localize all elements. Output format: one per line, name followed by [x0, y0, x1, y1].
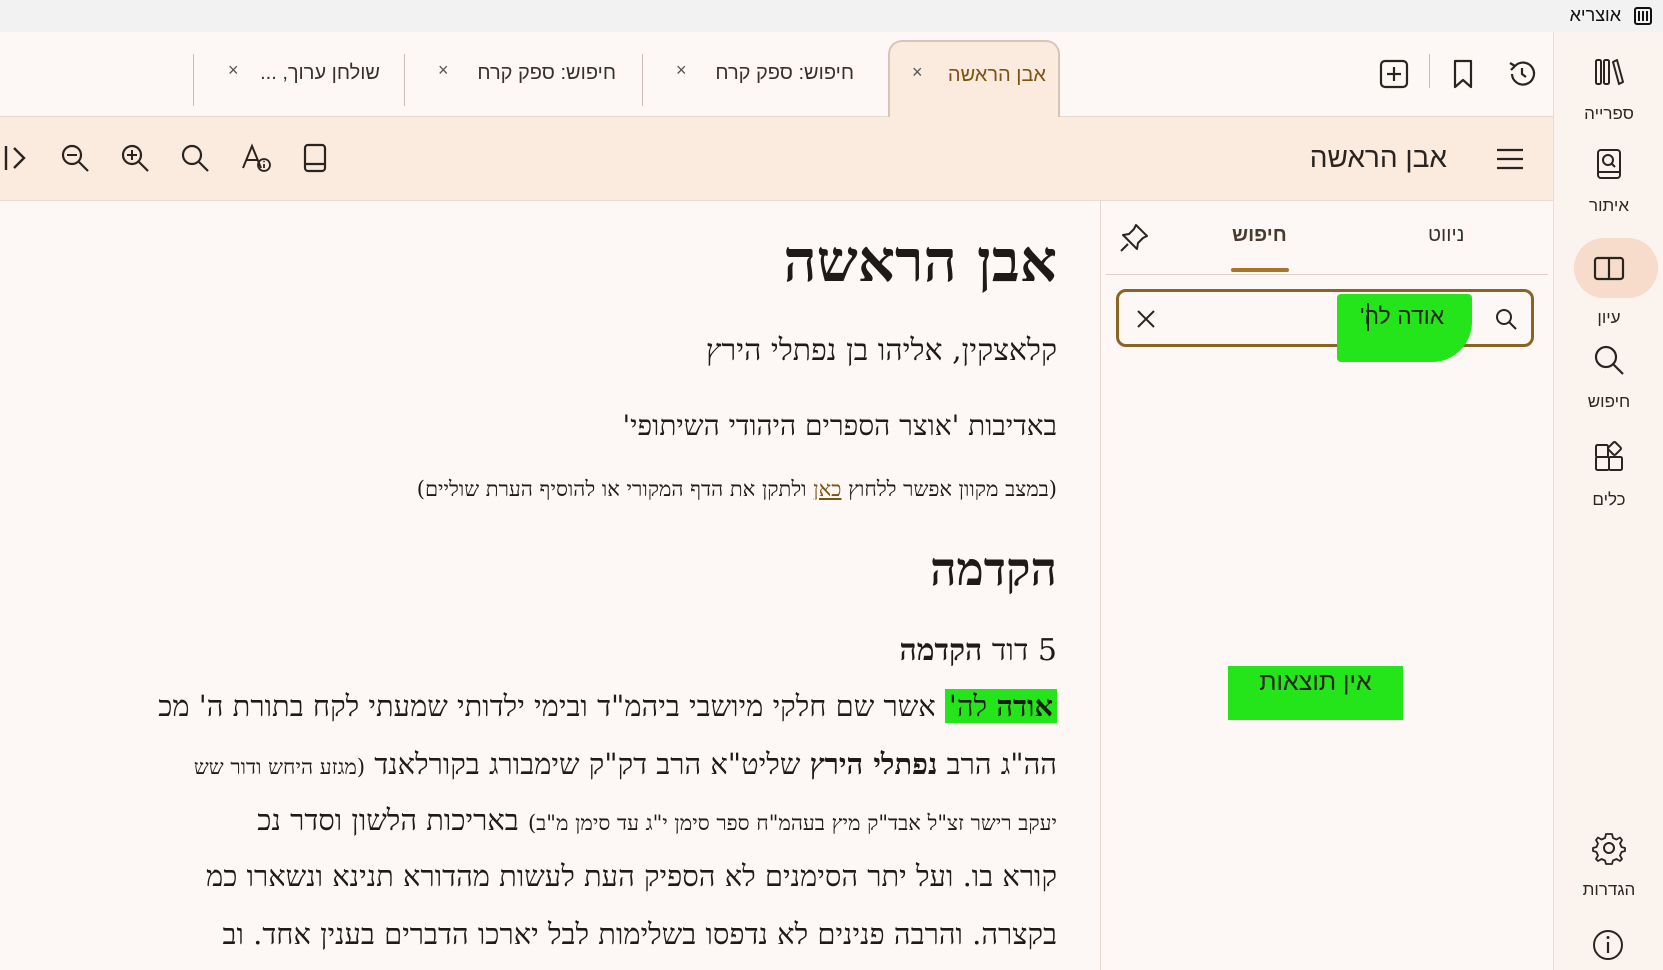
- line-small: יעקב רישר זצ"ל אבד"ק מיץ בעהמ"ח ספר סימן…: [527, 811, 1057, 835]
- last-page-icon[interactable]: [2, 142, 34, 174]
- line-text: באריכות הלשון וסדר נכ: [257, 803, 528, 837]
- search-icon: [1594, 345, 1624, 375]
- edit-here-link[interactable]: כאן: [813, 477, 841, 501]
- widgets-icon: [1595, 441, 1623, 471]
- app-title: אוצריא: [1569, 5, 1621, 25]
- line-text: הה"ג הרב: [937, 747, 1057, 781]
- tab-search[interactable]: חיפוש: [1232, 224, 1287, 247]
- close-icon[interactable]: ×: [438, 60, 449, 81]
- pin-icon[interactable]: [1118, 222, 1150, 254]
- rail-item-label: עיון: [1597, 308, 1621, 327]
- menu-icon[interactable]: [1494, 143, 1526, 175]
- tab-label: חיפוש: ספק קרח: [477, 62, 616, 84]
- toolbar-divider: [1429, 54, 1430, 88]
- no-results-message: אין תוצאות: [1259, 668, 1372, 696]
- document-title: אבן הראשה: [1309, 142, 1447, 173]
- paragraph-line: הה"ג הרב נפתלי הירץ שליט"א הרב דק"ק שימב…: [194, 747, 1057, 782]
- rail-item-tools[interactable]: כלים: [1554, 440, 1663, 510]
- paragraph-line: אודה לה' אשר שם חלקי מיושבי ביהמ"ד ובימי…: [158, 689, 1057, 724]
- note-text: (במצב מקוון אפשר ללחוץ: [841, 477, 1057, 501]
- paragraph-line: יעקב רישר זצ"ל אבד"ק מיץ בעהמ"ח ספר סימן…: [257, 803, 1057, 838]
- tab-label: אבן הראשה: [947, 64, 1046, 86]
- tab-shulchan-aruch[interactable]: שולחן ערוך, ... ×: [222, 40, 392, 118]
- find-book-icon: [1597, 149, 1621, 179]
- line-bold: נפתלי הירץ: [809, 747, 938, 781]
- gear-icon: [1592, 833, 1626, 865]
- line-text: שליט"א הרב דק"ק שימבורג בקורלאנד: [365, 747, 810, 781]
- zoom-in-icon[interactable]: [119, 142, 151, 174]
- panel-tabs-divider: [1106, 274, 1548, 275]
- rail-item-label: ספרייה: [1584, 104, 1634, 123]
- library-icon: [1595, 59, 1624, 85]
- tab-label: שולחן ערוך, ...: [260, 62, 380, 84]
- tab-search-2[interactable]: חיפוש: ספק קרח ×: [432, 40, 628, 118]
- close-icon[interactable]: ×: [912, 62, 923, 83]
- book-author: קלאצקין, אליהו בן נפתלי הירץ: [705, 333, 1057, 368]
- title-bar: [0, 0, 1663, 32]
- text-caret: [1367, 303, 1369, 331]
- history-icon[interactable]: [1506, 58, 1538, 90]
- book-title: אבן הראשה: [783, 227, 1057, 295]
- tab-label: חיפוש: ספק קרח: [715, 62, 854, 84]
- note-text: ולתקן את הדף המקורי או להוסיף הערת שוליי…: [416, 477, 814, 501]
- subsection-prefix: 5 דוד: [982, 633, 1057, 668]
- info-icon[interactable]: [1591, 928, 1625, 962]
- font-settings-icon[interactable]: [240, 142, 272, 174]
- tab-navigation[interactable]: ניווט: [1428, 224, 1464, 247]
- line-text: אשר שם חלקי מיושבי ביהמ"ד ובימי ילדותי ש…: [158, 689, 945, 723]
- navigation-rail: ספרייה איתור עיון חיפוש כלים הגדרות: [1553, 32, 1663, 970]
- bookmark-icon[interactable]: [1447, 58, 1479, 90]
- search-icon[interactable]: [1494, 307, 1518, 331]
- tab-strip: אבן הראשה × חיפוש: ספק קרח × חיפוש: ספק …: [0, 32, 1553, 118]
- paragraph-line: בקצרה. והרבה פנינים לא נדפסו בשלימות לבל…: [222, 917, 1057, 951]
- search-match-highlight: אודה לה': [944, 689, 1057, 723]
- zoom-out-icon[interactable]: [59, 142, 91, 174]
- edit-note: (במצב מקוון אפשר ללחוץ כאן ולתקן את הדף …: [417, 477, 1057, 502]
- tab-divider: [404, 54, 405, 106]
- tab-divider: [642, 54, 643, 106]
- rail-item-library[interactable]: ספרייה: [1554, 54, 1663, 124]
- clear-icon[interactable]: [1134, 307, 1158, 331]
- rail-item-find[interactable]: איתור: [1554, 146, 1663, 216]
- rail-item-label: כלים: [1592, 490, 1626, 509]
- rail-item-reading[interactable]: עיון: [1554, 250, 1663, 328]
- rail-item-search[interactable]: חיפוש: [1554, 342, 1663, 412]
- tab-search-1[interactable]: חיפוש: ספק קרח ×: [670, 40, 866, 118]
- tab-even-harosha[interactable]: אבן הראשה ×: [888, 40, 1060, 118]
- book-icon: [1634, 7, 1652, 25]
- subsection-heading: 5 דוד הקדמה: [900, 633, 1057, 668]
- active-tab-indicator: [1231, 268, 1289, 272]
- match-rest: לה': [948, 689, 997, 723]
- book-view-icon[interactable]: [299, 142, 331, 174]
- line-small: (מגזע היחש ודור שש: [193, 755, 366, 779]
- rail-item-settings[interactable]: הגדרות: [1554, 830, 1663, 900]
- add-tab-icon[interactable]: [1378, 58, 1410, 90]
- rail-item-label: איתור: [1589, 196, 1629, 215]
- tab-divider: [193, 54, 194, 106]
- search-input-value[interactable]: אודה לה': [1360, 303, 1444, 330]
- open-book-icon: [1593, 256, 1625, 281]
- book-courtesy: באדיבות 'אוצר הספרים היהודי השיתופי': [622, 409, 1057, 442]
- match-bold: אודה: [996, 689, 1053, 723]
- paragraph-line: קורא בו. ועל יתר הסימנים לא הספיק העת לע…: [206, 859, 1057, 893]
- document-view[interactable]: אבן הראשה קלאצקין, אליהו בן נפתלי הירץ ב…: [0, 201, 1100, 970]
- rail-item-label: הגדרות: [1582, 880, 1636, 899]
- search-icon[interactable]: [179, 142, 211, 174]
- rail-item-label: חיפוש: [1587, 392, 1631, 411]
- close-icon[interactable]: ×: [228, 60, 239, 81]
- section-heading: הקדמה: [930, 542, 1057, 596]
- close-icon[interactable]: ×: [676, 60, 687, 81]
- subsection-bold: הקדמה: [899, 633, 983, 668]
